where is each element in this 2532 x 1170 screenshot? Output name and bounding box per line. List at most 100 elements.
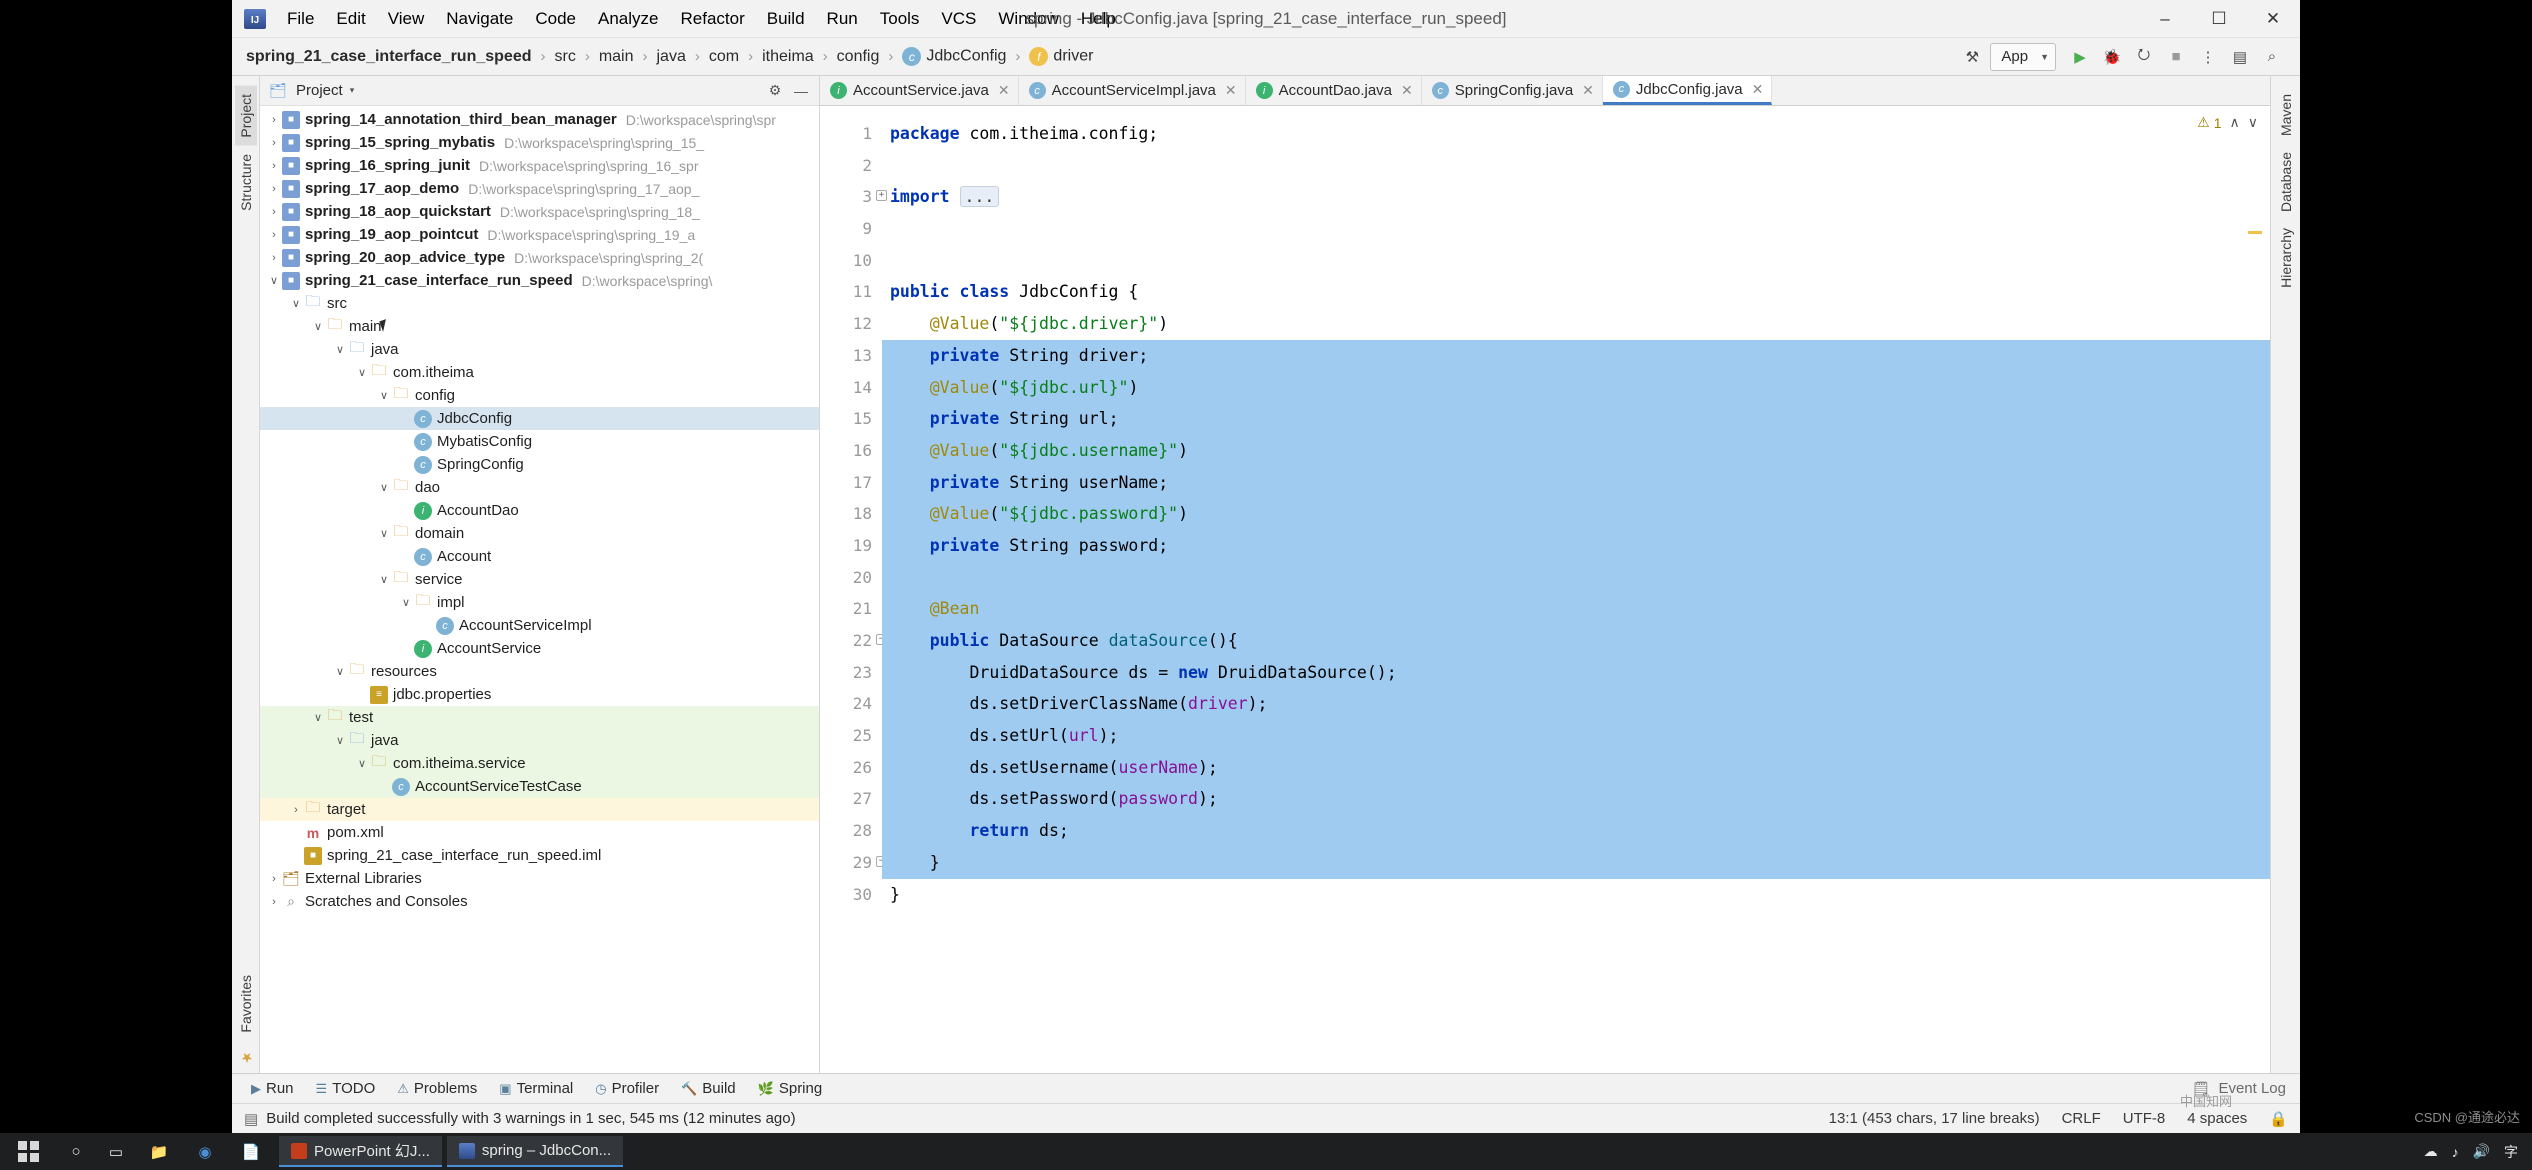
- tree-node[interactable]: c AccountServiceTestCase: [260, 775, 819, 798]
- favorites-star-icon[interactable]: ★: [235, 1041, 257, 1073]
- chevron-down-icon[interactable]: ∨: [288, 297, 304, 310]
- close-icon[interactable]: ✕: [998, 82, 1010, 99]
- code-line[interactable]: ds.setPassword(password);: [882, 783, 2270, 816]
- sidebar-item-maven[interactable]: Maven: [2275, 86, 2297, 144]
- tray-music-icon[interactable]: ♪: [2452, 1144, 2459, 1160]
- tool-window-tab[interactable]: 🌿 Spring: [749, 1078, 832, 1099]
- breadcrumb-class[interactable]: c JdbcConfig: [898, 45, 1010, 68]
- chevron-down-icon[interactable]: ∨: [398, 596, 414, 609]
- tree-node[interactable]: › ■ spring_17_aop_demo D:\workspace\spring\…: [260, 177, 819, 200]
- menu-run[interactable]: Run: [816, 6, 869, 32]
- tree-node[interactable]: c AccountServiceImpl: [260, 614, 819, 637]
- chevron-right-icon[interactable]: ›: [266, 252, 282, 264]
- chevron-down-icon[interactable]: ∨: [354, 757, 370, 770]
- tree-node[interactable]: ∨ ■ spring_21_case_interface_run_speed D:\w…: [260, 269, 819, 292]
- chevron-down-icon[interactable]: ∨: [376, 481, 392, 494]
- tool-window-tab[interactable]: ▣ Terminal: [490, 1078, 582, 1099]
- code-line[interactable]: }: [882, 879, 2270, 911]
- tree-node[interactable]: ■ spring_21_case_interface_run_speed.iml: [260, 844, 819, 867]
- tree-node[interactable]: ∨ 🗀 dao: [260, 476, 819, 499]
- chevron-down-icon[interactable]: ∨: [376, 527, 392, 540]
- tree-node[interactable]: ∨ 🗀 config: [260, 384, 819, 407]
- chevron-down-icon[interactable]: ∨: [332, 734, 348, 747]
- tool-window-tab[interactable]: ◷ Profiler: [586, 1078, 668, 1099]
- sidebar-item-hierarchy[interactable]: Hierarchy: [2275, 220, 2297, 296]
- close-button[interactable]: ✕: [2246, 0, 2300, 38]
- code-line[interactable]: DruidDataSource ds = new DruidDataSource…: [882, 656, 2270, 689]
- menu-view[interactable]: View: [377, 6, 436, 32]
- code-line[interactable]: package com.itheima.config;: [882, 118, 2270, 150]
- code-line[interactable]: [882, 245, 2270, 277]
- more-actions-icon[interactable]: ⋮: [2194, 43, 2222, 71]
- code-line[interactable]: @Bean: [882, 593, 2270, 625]
- tree-node[interactable]: ∨ 🗀 java: [260, 729, 819, 752]
- build-icon[interactable]: ⚒: [1958, 43, 1986, 71]
- chevron-right-icon[interactable]: ›: [266, 896, 282, 908]
- breadcrumb-com[interactable]: com: [705, 46, 743, 68]
- code-line[interactable]: ds.setUrl(url);: [882, 720, 2270, 752]
- code-line[interactable]: private String driver;: [882, 339, 2270, 372]
- file-encoding[interactable]: UTF-8: [2123, 1110, 2166, 1127]
- chevron-down-icon[interactable]: ∨: [376, 389, 392, 402]
- tree-node[interactable]: › ⌕ Scratches and Consoles: [260, 890, 819, 913]
- editor-tab[interactable]: c SpringConfig.java ✕: [1422, 76, 1603, 105]
- search-icon[interactable]: ⌕: [2258, 43, 2286, 71]
- code-line[interactable]: @Value("${jdbc.driver}"): [882, 308, 2270, 340]
- caret-position[interactable]: 13:1 (453 chars, 17 line breaks): [1829, 1110, 2040, 1127]
- maximize-button[interactable]: ☐: [2192, 0, 2246, 38]
- run-configuration-selector[interactable]: App ▼: [1990, 42, 2056, 71]
- taskbar-app-idea[interactable]: spring – JdbcCon...: [446, 1136, 624, 1167]
- menu-navigate[interactable]: Navigate: [435, 6, 524, 32]
- chevron-right-icon[interactable]: ›: [266, 183, 282, 195]
- lock-icon[interactable]: 🔒: [2269, 1110, 2288, 1128]
- tree-node[interactable]: i AccountDao: [260, 499, 819, 522]
- run-icon[interactable]: ▶: [2066, 43, 2094, 71]
- code-line[interactable]: @Value("${jdbc.username}"): [882, 434, 2270, 467]
- menu-edit[interactable]: Edit: [325, 6, 376, 32]
- menu-file[interactable]: File: [276, 6, 325, 32]
- sidebar-item-favorites[interactable]: Favorites: [235, 967, 257, 1041]
- tree-node[interactable]: › ■ spring_18_aop_quickstart D:\workspace\s…: [260, 200, 819, 223]
- scroll-warning-marker[interactable]: [2248, 231, 2262, 234]
- tree-node[interactable]: ∨ 🗀 main: [260, 315, 819, 338]
- tree-node[interactable]: › 🗀 target: [260, 798, 819, 821]
- code-line[interactable]: public class JdbcConfig {: [882, 276, 2270, 308]
- editor-tab-bar[interactable]: i AccountService.java ✕ c AccountServiceImpl…: [820, 76, 2270, 106]
- chevron-right-icon[interactable]: ›: [266, 160, 282, 172]
- chevron-down-icon[interactable]: ∨: [354, 366, 370, 379]
- editor-icon[interactable]: 📄: [228, 1133, 274, 1170]
- breadcrumb-itheima[interactable]: itheima: [758, 46, 818, 68]
- task-view-icon[interactable]: ▭: [96, 1143, 136, 1161]
- line-separator[interactable]: CRLF: [2062, 1110, 2101, 1127]
- breadcrumb-main[interactable]: main: [595, 46, 638, 68]
- hide-panel-icon[interactable]: —: [789, 79, 813, 103]
- tree-node[interactable]: i AccountService: [260, 637, 819, 660]
- tool-window-tab[interactable]: ⚠ Problems: [388, 1078, 486, 1099]
- tree-node[interactable]: c SpringConfig: [260, 453, 819, 476]
- tray-cloud-icon[interactable]: ☁: [2424, 1143, 2438, 1160]
- chevron-right-icon[interactable]: ›: [288, 804, 304, 816]
- tool-window-bar[interactable]: ▶ Run ☰ TODO ⚠ Problems ▣ Terminal ◷ Profiler 🔨 Bui…: [232, 1073, 2300, 1103]
- tray-volume-icon[interactable]: 🔊: [2473, 1143, 2490, 1160]
- code-line[interactable]: ds.setDriverClassName(driver);: [882, 688, 2270, 721]
- menu-analyze[interactable]: Analyze: [587, 6, 669, 32]
- minimize-button[interactable]: –: [2138, 0, 2192, 38]
- code-editor[interactable]: 123+9101112131415161718192021❁22−2324252…: [820, 106, 2270, 1073]
- browser-icon[interactable]: ◉: [182, 1133, 228, 1170]
- tree-node[interactable]: › 🗂 External Libraries: [260, 867, 819, 890]
- tree-node[interactable]: ≡ jdbc.properties: [260, 683, 819, 706]
- tree-node[interactable]: m pom.xml: [260, 821, 819, 844]
- explorer-icon[interactable]: 📁: [136, 1133, 182, 1170]
- tree-node[interactable]: ∨ 🗀 com.itheima.service: [260, 752, 819, 775]
- menu-build[interactable]: Build: [756, 6, 816, 32]
- taskbar-search-icon[interactable]: ○: [56, 1143, 96, 1160]
- sidebar-item-structure[interactable]: Structure: [235, 146, 257, 219]
- menu-window[interactable]: Window: [987, 6, 1069, 32]
- breadcrumb-module[interactable]: spring_21_case_interface_run_speed: [242, 46, 535, 68]
- sidebar-item-database[interactable]: Database: [2275, 144, 2297, 220]
- tree-node[interactable]: › ■ spring_15_spring_mybatis D:\workspace\s…: [260, 131, 819, 154]
- menu-code[interactable]: Code: [524, 6, 587, 32]
- tree-node[interactable]: › ■ spring_16_spring_junit D:\workspace\spr…: [260, 154, 819, 177]
- main-menu[interactable]: File Edit View Navigate Code Analyze Ref…: [276, 6, 1127, 32]
- breadcrumb-src[interactable]: src: [550, 46, 579, 68]
